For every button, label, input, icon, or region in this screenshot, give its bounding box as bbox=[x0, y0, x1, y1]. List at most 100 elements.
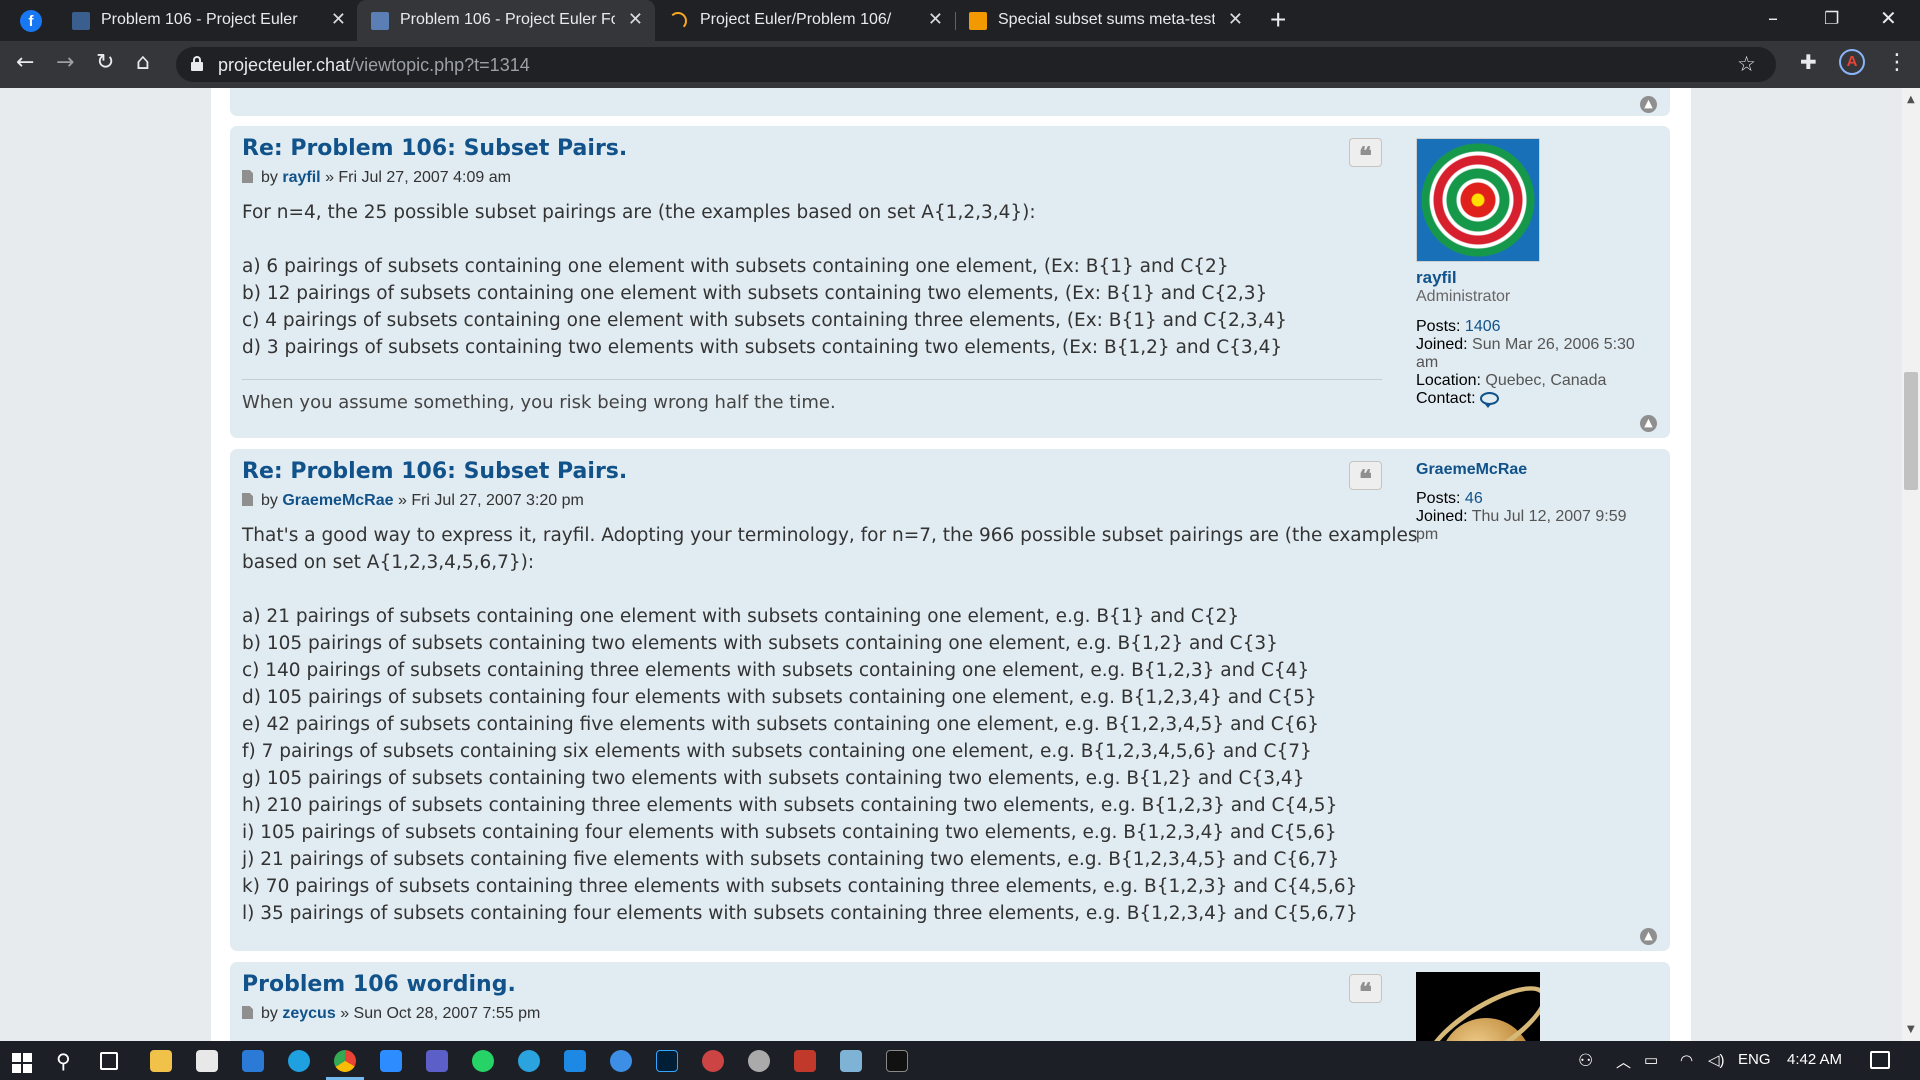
tab-problem-106[interactable]: Problem 106 - Project Euler ✕ bbox=[58, 0, 358, 41]
address-bar[interactable]: projecteuler.chat/viewtopic.php?t=1314 ☆ bbox=[176, 47, 1776, 82]
back-to-top-icon[interactable]: ▲ bbox=[1640, 96, 1657, 113]
windows-start-icon[interactable] bbox=[12, 1053, 32, 1073]
post-line: h) 210 pairings of subsets containing th… bbox=[242, 795, 1338, 816]
url-path: /viewtopic.php?t=1314 bbox=[350, 55, 530, 75]
store-icon[interactable] bbox=[196, 1050, 218, 1072]
notepad-icon[interactable] bbox=[840, 1050, 862, 1072]
terminal-icon[interactable] bbox=[886, 1050, 908, 1072]
post-icon[interactable] bbox=[242, 170, 253, 183]
teams-icon[interactable] bbox=[426, 1050, 448, 1072]
signature: When you assume something, you risk bein… bbox=[242, 392, 836, 413]
url-text[interactable]: projecteuler.chat/viewtopic.php?t=1314 bbox=[218, 55, 530, 76]
scroll-down-icon[interactable]: ▼ bbox=[1907, 1024, 1915, 1035]
profile-joined: Thu Jul 12, 2007 9:59 bbox=[1471, 508, 1627, 525]
location-label: Location: bbox=[1416, 372, 1481, 389]
forward-icon[interactable]: → bbox=[56, 50, 74, 75]
project-euler-forum-icon bbox=[371, 12, 389, 30]
post-title[interactable]: Re: Problem 106: Subset Pairs. bbox=[242, 136, 627, 161]
clock[interactable]: 4:42 AM bbox=[1787, 1051, 1842, 1068]
url-host: projecteuler.chat bbox=[218, 55, 351, 75]
zoom-icon[interactable] bbox=[380, 1050, 402, 1072]
volume-icon[interactable]: ◁) bbox=[1708, 1051, 1725, 1069]
language-indicator[interactable]: ENG bbox=[1738, 1051, 1771, 1068]
profile-username[interactable]: rayfil bbox=[1416, 268, 1635, 288]
people-icon[interactable]: ⚇ bbox=[1578, 1051, 1593, 1071]
post-byline: by rayfil » Fri Jul 27, 2007 4:09 am bbox=[242, 169, 511, 187]
new-tab-button[interactable]: + bbox=[1270, 4, 1286, 36]
profile-avatar[interactable]: A bbox=[1839, 49, 1865, 75]
messenger-icon[interactable] bbox=[610, 1050, 632, 1072]
window-close-icon[interactable]: ✕ bbox=[1880, 6, 1897, 30]
back-to-top-icon[interactable]: ▲ bbox=[1640, 415, 1657, 432]
avatar[interactable] bbox=[1416, 972, 1540, 1041]
post-icon[interactable] bbox=[242, 493, 253, 506]
extensions-puzzle-icon[interactable]: ✚ bbox=[1800, 50, 1817, 74]
quote-button[interactable]: ❝ bbox=[1349, 974, 1382, 1006]
post-icon[interactable] bbox=[242, 1006, 253, 1019]
minimize-icon[interactable]: – bbox=[1768, 6, 1778, 30]
post-date: » Fri Jul 27, 2007 3:20 pm bbox=[397, 492, 584, 509]
home-icon[interactable]: ⌂ bbox=[136, 50, 150, 75]
app-icon[interactable] bbox=[564, 1050, 586, 1072]
menu-kebab-icon[interactable]: ⋮ bbox=[1886, 50, 1908, 75]
game-icon[interactable] bbox=[702, 1050, 724, 1072]
notifications-icon[interactable] bbox=[1870, 1051, 1890, 1069]
profile-username[interactable]: GraemeMcRae bbox=[1416, 461, 1627, 479]
quote-button[interactable]: ❝ bbox=[1349, 461, 1382, 493]
wifi-icon[interactable]: ◠ bbox=[1680, 1051, 1693, 1069]
back-to-top-icon[interactable]: ▲ bbox=[1640, 928, 1657, 945]
scroll-up-icon[interactable]: ▲ bbox=[1907, 94, 1915, 105]
post-line: g) 105 pairings of subsets containing tw… bbox=[242, 768, 1305, 789]
post-byline: by GraemeMcRae » Fri Jul 27, 2007 3:20 p… bbox=[242, 492, 584, 510]
show-hidden-icons-icon[interactable]: ︿ bbox=[1616, 1051, 1631, 1072]
task-view-icon[interactable] bbox=[100, 1052, 118, 1070]
post-line: i) 105 pairings of subsets containing fo… bbox=[242, 822, 1337, 843]
post-line: a) 21 pairings of subsets containing one… bbox=[242, 606, 1240, 627]
post-line: f) 7 pairings of subsets containing six … bbox=[242, 741, 1312, 762]
post-line: e) 42 pairings of subsets containing fiv… bbox=[242, 714, 1320, 735]
profile-posts-count[interactable]: 1406 bbox=[1465, 318, 1501, 335]
post-title[interactable]: Problem 106 wording. bbox=[242, 972, 516, 997]
battery-icon[interactable]: ▭ bbox=[1644, 1051, 1658, 1069]
books-icon[interactable] bbox=[794, 1050, 816, 1072]
telegram-icon[interactable] bbox=[518, 1050, 540, 1072]
mail-icon[interactable] bbox=[242, 1050, 264, 1072]
close-icon[interactable]: ✕ bbox=[1228, 9, 1243, 30]
post-line: k) 70 pairings of subsets containing thr… bbox=[242, 876, 1358, 897]
page-scrollbar[interactable]: ▲ ▼ bbox=[1902, 88, 1920, 1041]
tab-title: Project Euler/Problem 106/ bbox=[700, 11, 892, 28]
tab-title: Special subset sums meta-testing bbox=[998, 11, 1215, 28]
post-author[interactable]: GraemeMcRae bbox=[282, 492, 393, 509]
post-previous: ▲ bbox=[230, 88, 1670, 116]
lock-icon[interactable] bbox=[191, 56, 203, 72]
photoshop-icon[interactable] bbox=[656, 1050, 678, 1072]
post-author[interactable]: rayfil bbox=[282, 169, 320, 186]
profile-joined-cont: am bbox=[1416, 354, 1439, 371]
scrollbar-thumb[interactable] bbox=[1904, 372, 1918, 490]
bookmark-star-icon[interactable]: ☆ bbox=[1737, 52, 1756, 76]
edge-icon[interactable] bbox=[288, 1050, 310, 1072]
search-icon[interactable]: ⚲ bbox=[56, 1049, 71, 1073]
close-icon[interactable]: ✕ bbox=[628, 9, 643, 30]
restore-icon[interactable]: ❐ bbox=[1824, 9, 1839, 29]
whatsapp-icon[interactable] bbox=[472, 1050, 494, 1072]
tab-wiki[interactable]: Project Euler/Problem 106/ ✕ bbox=[655, 0, 955, 41]
close-icon[interactable]: ✕ bbox=[928, 9, 943, 30]
chrome-icon[interactable] bbox=[334, 1050, 356, 1072]
tab-forum[interactable]: Problem 106 - Project Euler Forum ✕ bbox=[357, 0, 655, 41]
close-icon[interactable]: ✕ bbox=[331, 9, 346, 30]
tab-title: Problem 106 - Project Euler Forum bbox=[400, 11, 615, 28]
quote-button[interactable]: ❝ bbox=[1349, 138, 1382, 170]
avatar[interactable] bbox=[1416, 138, 1540, 262]
post-author[interactable]: zeycus bbox=[282, 1005, 335, 1022]
profile-rank: Administrator bbox=[1416, 288, 1511, 305]
reload-icon[interactable]: ↻ bbox=[96, 50, 114, 75]
contact-icon[interactable] bbox=[1479, 392, 1499, 408]
profile-posts-count[interactable]: 46 bbox=[1465, 490, 1483, 507]
tab-special-subset[interactable]: Special subset sums meta-testing ✕ bbox=[955, 0, 1255, 41]
facebook-icon[interactable]: f bbox=[20, 10, 42, 32]
app-icon[interactable] bbox=[748, 1050, 770, 1072]
back-icon[interactable]: ← bbox=[16, 50, 34, 75]
file-explorer-icon[interactable] bbox=[150, 1050, 172, 1072]
post-title[interactable]: Re: Problem 106: Subset Pairs. bbox=[242, 459, 627, 484]
